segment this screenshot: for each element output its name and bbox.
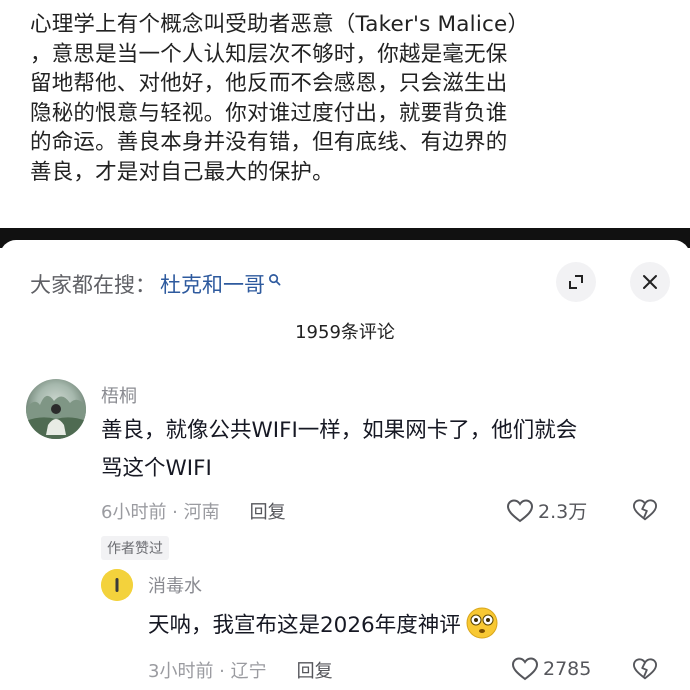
post-text: 心理学上有个概念叫受助者恶意（Taker's Malice） ，意思是当一个人认… [30,12,530,185]
heart-outline-icon [506,498,534,522]
trending-search-prefix: 大家都在搜： [30,273,156,297]
broken-heart-icon [632,499,658,521]
post-content: 心理学上有个概念叫受助者恶意（Taker's Malice） ，意思是当一个人认… [0,0,690,228]
dislike-button[interactable] [632,657,658,685]
close-icon [643,275,657,289]
comment-sheet: 大家都在搜： 杜克和一哥 1959条评论 梧桐 善良，就像公共WIFI一样，如果… [0,240,690,690]
avatar[interactable] [26,379,86,439]
avatar-image [101,569,133,601]
comment-count: 1959条评论 [295,322,395,343]
avatar[interactable] [101,569,133,601]
flushed-face-emoji [466,607,498,639]
like-count: 2785 [543,658,592,680]
comment-time-location: 3小时前 · 辽宁 [148,661,267,682]
trending-search[interactable]: 大家都在搜： 杜克和一哥 [30,264,281,304]
like-count: 2.3万 [538,501,588,523]
comment-text: 善良，就像公共WIFI一样，如果网卡了，他们就会 骂这个WIFI [101,418,578,481]
comment-author[interactable]: 消毒水 [148,572,202,598]
dislike-button[interactable] [632,498,658,526]
like-button[interactable]: 2.3万 [506,497,587,524]
comment-meta: 6小时前 · 河南 回复 [101,498,286,524]
reply-button[interactable]: 回复 [297,657,333,683]
avatar-image [26,395,86,439]
broken-heart-icon [632,658,658,680]
comment-text-row: 天呐，我宣布这是2026年度神评 [148,606,499,640]
search-icon [269,273,281,285]
expand-button[interactable] [556,262,596,302]
trending-search-term[interactable]: 杜克和一哥 [160,269,265,299]
expand-icon [569,275,583,289]
author-liked-badge: 作者赞过 [101,536,169,560]
comment-meta: 3小时前 · 辽宁 回复 [148,657,333,683]
comment-time-location: 6小时前 · 河南 [101,502,220,523]
heart-outline-icon [511,657,539,681]
like-button[interactable]: 2785 [511,656,591,682]
close-button[interactable] [630,262,670,302]
comment-text: 天呐，我宣布这是2026年度神评 [148,612,461,638]
reply-button[interactable]: 回复 [250,498,286,524]
comment-author[interactable]: 梧桐 [101,382,137,408]
